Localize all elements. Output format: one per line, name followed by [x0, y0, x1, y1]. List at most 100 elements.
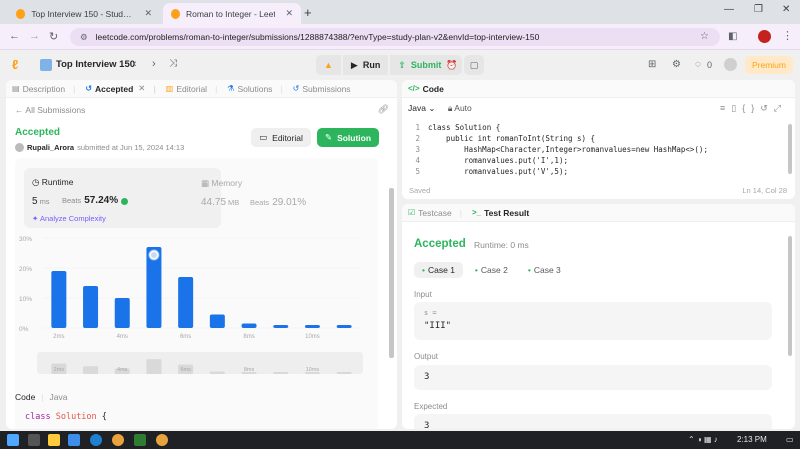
mail-icon[interactable]: [68, 434, 80, 446]
tab-description[interactable]: ▤ Description |: [12, 84, 75, 94]
line-number: 5: [415, 167, 420, 176]
browser-tab-study-plan[interactable]: Top Interview 150 - Study Plan ✕: [8, 3, 160, 24]
chrome-icon[interactable]: [112, 434, 124, 446]
file-explorer-icon[interactable]: [48, 434, 60, 446]
code-line[interactable]: 4 romanvalues.put('I',1);: [402, 155, 795, 166]
left-tab-bar: ▤ Description | ↺ Accepted ✕ | ▥ Editorial | ⚗ S…: [6, 80, 397, 98]
close-icon[interactable]: ✕: [138, 83, 145, 94]
run-button[interactable]: ▶ Run: [342, 55, 389, 75]
app-icon[interactable]: [134, 434, 146, 446]
code-line[interactable]: 5 romanvalues.put('V',5);: [402, 166, 795, 177]
input-box: s = "III": [414, 302, 772, 340]
language-select[interactable]: Java ⌄: [408, 103, 435, 113]
case-tab-1[interactable]: • Case 1: [414, 262, 463, 278]
fire-icon[interactable]: ◌: [695, 59, 701, 70]
code-lang[interactable]: Java: [50, 392, 68, 402]
edge-icon[interactable]: [90, 434, 102, 446]
site-info-icon[interactable]: ⚙: [80, 32, 88, 43]
editorial-label: Editorial: [272, 132, 303, 143]
line-text: romanvalues.put('V',5);: [428, 167, 568, 176]
code-line[interactable]: 2 public int romanToInt(String s) {: [402, 133, 795, 144]
tab-submissions[interactable]: ↺ Submissions: [293, 84, 351, 94]
y-tick-label: 10%: [19, 296, 32, 303]
prev-problem-icon[interactable]: ‹: [133, 58, 137, 70]
leetcode-logo[interactable]: ℓ: [12, 58, 25, 72]
reload-icon[interactable]: ↻: [49, 30, 58, 43]
case-tab-3[interactable]: • Case 3: [520, 262, 569, 278]
x-tick-label: 10ms: [305, 334, 320, 340]
url-field[interactable]: ⚙ leetcode.com/problems/roman-to-integer…: [70, 28, 720, 46]
terminal-icon: >_: [471, 208, 482, 217]
beats-label: Beats: [62, 196, 82, 205]
tab-testcase[interactable]: ☑ Testcase |: [408, 208, 462, 218]
code-line[interactable]: 3 HashMap<Character,Integer>romanvalues=…: [402, 144, 795, 155]
tab-accepted[interactable]: ↺ Accepted ✕ |: [85, 83, 155, 94]
close-icon[interactable]: ✕: [144, 8, 152, 19]
left-scrollbar[interactable]: [389, 188, 394, 358]
memory-card[interactable]: ▦ Memory: [201, 178, 242, 189]
close-icon[interactable]: ✕: [285, 8, 293, 19]
new-tab-icon[interactable]: +: [304, 5, 312, 20]
notification-icon[interactable]: ▭: [786, 435, 794, 444]
editorial-button[interactable]: ▭ Editorial: [251, 128, 311, 147]
window-close-icon[interactable]: ✕: [782, 4, 790, 15]
timer-button[interactable]: ⏰: [442, 55, 462, 75]
forward-icon[interactable]: →: [29, 30, 40, 42]
undo-icon[interactable]: ↺: [760, 103, 774, 113]
runtime-label-text: Runtime: [41, 177, 74, 187]
profile-avatar[interactable]: [758, 30, 771, 43]
debug-button[interactable]: ▲: [316, 55, 341, 75]
tab-test-result[interactable]: >_ Test Result: [472, 208, 529, 218]
submit-button[interactable]: ⇪ Submit: [390, 55, 450, 75]
analyze-complexity-link[interactable]: ✦ Analyze Complexity: [32, 214, 106, 223]
code-lines[interactable]: 1 class Solution {2 public int romanToInt…: [402, 122, 795, 177]
code-tab[interactable]: Code: [15, 392, 35, 402]
back-icon[interactable]: ←: [9, 30, 20, 42]
user-avatar[interactable]: [724, 58, 737, 71]
extensions-icon[interactable]: ◧: [728, 31, 737, 42]
link-icon[interactable]: 🔗︎: [378, 104, 389, 115]
tab-label: Submissions: [302, 83, 351, 94]
bookmark-star-icon[interactable]: ☆: [700, 31, 709, 42]
output-label: Output: [414, 352, 439, 361]
search-icon[interactable]: [28, 434, 40, 446]
expand-icon[interactable]: ⤢: [774, 103, 787, 113]
tab-label: Accepted: [95, 83, 134, 94]
solution-button[interactable]: ✎ Solution: [317, 128, 379, 147]
minimize-icon[interactable]: —: [724, 4, 734, 15]
expected-label: Expected: [414, 402, 448, 411]
code-lang-row: Code | Java: [15, 392, 68, 402]
system-tray-icons[interactable]: ⌃ ◑ ▦ ♪: [688, 435, 718, 444]
browser-tab-roman[interactable]: Roman to Integer - LeetCode ✕: [163, 3, 301, 24]
result-scrollbar[interactable]: [788, 236, 792, 356]
plan-title[interactable]: Top Interview 150: [56, 59, 135, 70]
all-submissions-link[interactable]: ← All Submissions: [15, 105, 85, 115]
result-tab-bar: ☑ Testcase | >_ Test Result: [402, 204, 795, 222]
runtime-distribution-chart[interactable]: 30% 20% 10% 0% 2ms 4ms 6ms 8ms 10ms 2ms 4ms 6ms 8ms 1…: [15, 230, 378, 428]
shuffle-icon[interactable]: ⤨: [169, 58, 177, 69]
format-icon[interactable]: ≡: [720, 103, 731, 113]
notes-icon: ▢: [469, 59, 479, 70]
restore-icon[interactable]: ❐: [754, 4, 763, 15]
next-problem-icon[interactable]: ›: [152, 58, 156, 70]
layout-icon[interactable]: ⊞: [648, 59, 656, 70]
username[interactable]: Rupali_Arora: [27, 143, 74, 152]
braces-icon[interactable]: {}: [742, 103, 760, 113]
settings-icon[interactable]: ⚙: [672, 59, 681, 70]
windows-start-icon[interactable]: [7, 434, 19, 446]
tab-solutions[interactable]: ⚗ Solutions |: [227, 84, 282, 94]
badge-icon: [121, 197, 129, 205]
premium-button[interactable]: Premium: [745, 56, 793, 74]
tab-code[interactable]: </> Code: [408, 84, 444, 94]
browser-menu-icon[interactable]: ⋮: [782, 29, 793, 42]
bookmark-icon[interactable]: ▯: [731, 103, 742, 113]
code-scrollbar[interactable]: [788, 124, 792, 174]
chrome-active-icon[interactable]: [156, 434, 168, 446]
tab-editorial[interactable]: ▥ Editorial |: [166, 84, 218, 94]
windows-taskbar: ⌃ ◑ ▦ ♪ 2:13 PM ▭: [0, 431, 800, 449]
case-tab-2[interactable]: • Case 2: [467, 262, 516, 278]
runtime-card[interactable]: ◷ Runtime 5 ms Beats 57.24% ✦ Analyze Comp…: [24, 168, 221, 228]
notes-button[interactable]: ▢: [464, 55, 484, 75]
auto-toggle[interactable]: 🔒︎ Auto: [448, 103, 472, 113]
code-line[interactable]: 1 class Solution {: [402, 122, 795, 133]
